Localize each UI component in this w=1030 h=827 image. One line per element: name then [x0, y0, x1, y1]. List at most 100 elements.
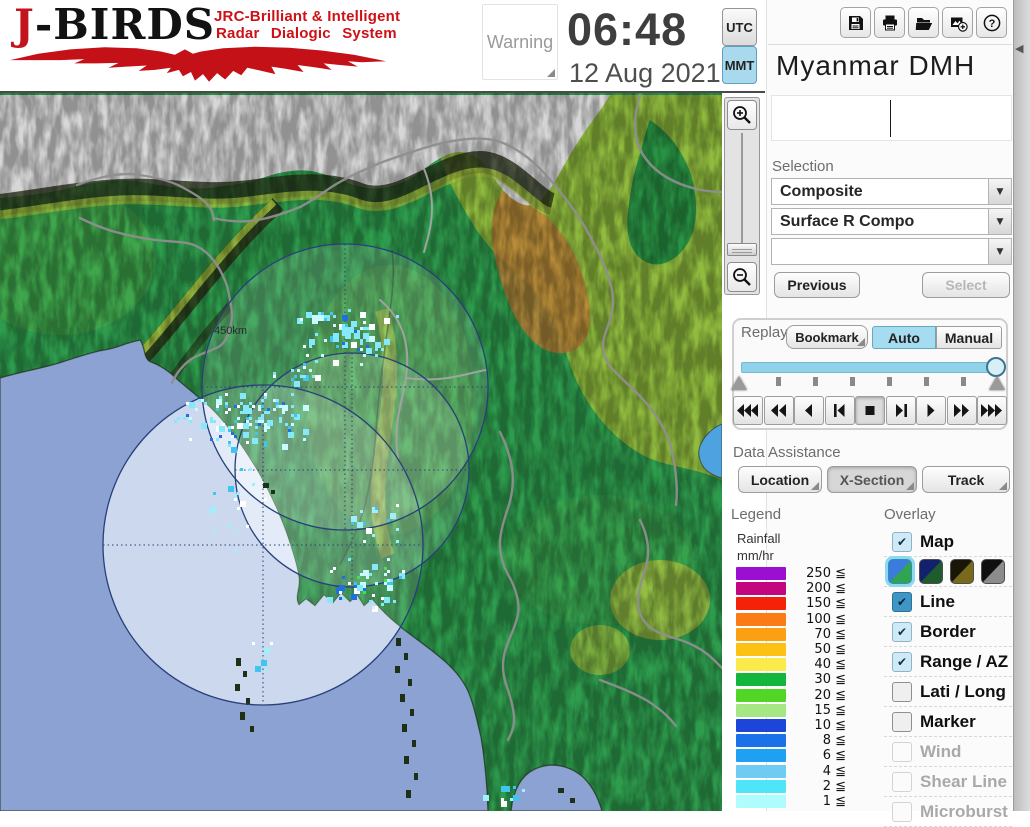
dropdown-arrow-button[interactable]: ▼: [988, 239, 1011, 264]
legend-color-swatch: [736, 780, 786, 793]
play-icon: [920, 404, 942, 417]
legend-value: 15 ≦: [786, 703, 846, 718]
overlay-item-label: Marker: [920, 712, 976, 732]
select-button[interactable]: Select: [922, 272, 1010, 298]
capture-add-button[interactable]: [942, 7, 973, 38]
overlay-row-shear-line: Shear Line: [884, 767, 1012, 797]
radar-map[interactable]: 450km: [0, 93, 722, 811]
data-assistance-label: Data Assistance: [733, 444, 841, 461]
overlay-label: Overlay: [884, 506, 936, 523]
help-button[interactable]: ?: [976, 7, 1007, 38]
legend-color-swatch: [736, 749, 786, 762]
collapse-panel-arrow-icon[interactable]: ◀: [1015, 42, 1023, 55]
checkbox-map[interactable]: ✔: [892, 532, 912, 552]
range-ring-label: 450km: [214, 325, 247, 337]
track-button[interactable]: Track: [922, 466, 1010, 493]
legend-value: 4 ≦: [786, 764, 846, 779]
timeline-track[interactable]: [741, 362, 997, 373]
overlay-item-label: Shear Line: [920, 772, 1007, 792]
dropdown-arrow-button[interactable]: ▼: [988, 179, 1011, 204]
checkbox-shear-line[interactable]: [892, 772, 912, 792]
checkbox-lati-long[interactable]: [892, 682, 912, 702]
legend-value: 10 ≦: [786, 718, 846, 733]
x-section-button[interactable]: X-Section: [827, 466, 917, 493]
checkbox-marker[interactable]: [892, 712, 912, 732]
legend-row: 2 ≦: [736, 779, 846, 794]
playback-fwd3-button[interactable]: [977, 396, 1007, 425]
zoom-out-button[interactable]: [727, 262, 757, 292]
chevron-down-icon: ▼: [997, 187, 1004, 197]
legend-value: 150 ≦: [786, 596, 846, 611]
legend-row: 6 ≦: [736, 748, 846, 763]
chevron-down-icon: ▼: [997, 217, 1004, 227]
map-style-swatch-2[interactable]: [919, 559, 943, 584]
overlay-item-label: Lati / Long: [920, 682, 1006, 702]
dropdown-arrow-button[interactable]: ▼: [988, 209, 1011, 234]
playback-back-button[interactable]: [794, 396, 824, 425]
legend-unit-line1: Rainfall: [737, 531, 780, 546]
timeline-tick: [924, 377, 929, 386]
timezone-mmt-button[interactable]: MMT: [722, 46, 757, 84]
open-folder-button[interactable]: [908, 7, 939, 38]
location-button[interactable]: Location: [738, 466, 822, 493]
timeline-tick: [961, 377, 966, 386]
legend-row: 250 ≦: [736, 566, 846, 581]
overlay-row-marker: Marker: [884, 707, 1012, 737]
playback-stop-button[interactable]: [855, 396, 885, 425]
checkbox-border[interactable]: ✔: [892, 622, 912, 642]
checkbox-line[interactable]: ✔: [892, 592, 912, 612]
zoom-in-icon: [731, 104, 753, 126]
selection-dropdown-3[interactable]: ▼: [771, 238, 1012, 265]
legend-color-swatch: [736, 567, 786, 580]
toolbar: ?: [840, 7, 1007, 38]
timeline-handle[interactable]: [986, 357, 1006, 377]
print-button[interactable]: [874, 7, 905, 38]
zoom-slider-handle[interactable]: [727, 243, 757, 256]
legend-color-swatch: [736, 613, 786, 626]
overlay-row-line: ✔ Line: [884, 587, 1012, 617]
selection-dropdown-1[interactable]: Composite▼: [771, 178, 1012, 205]
playback-fwd2-button[interactable]: [947, 396, 977, 425]
print-icon: [880, 13, 900, 33]
legend-row: 50 ≦: [736, 642, 846, 657]
overlay-row-border: ✔Border: [884, 617, 1012, 647]
legend-value: 70 ≦: [786, 627, 846, 642]
selection-dropdown-2[interactable]: Surface R Compo▼: [771, 208, 1012, 235]
checkbox-range-az[interactable]: ✔: [892, 652, 912, 672]
overlay-item-label: Line: [920, 592, 955, 612]
bookmark-button[interactable]: Bookmark: [786, 325, 868, 349]
map-style-swatch-3[interactable]: [950, 559, 974, 584]
checkbox-microburst[interactable]: [892, 802, 912, 822]
replay-auto-button[interactable]: Auto: [872, 326, 936, 349]
playback-play-button[interactable]: [916, 396, 946, 425]
save-button[interactable]: [840, 7, 871, 38]
map-style-swatch-1[interactable]: [888, 559, 912, 584]
timeline-tick: [850, 377, 855, 386]
checkbox-wind[interactable]: [892, 742, 912, 762]
save-icon: [846, 13, 866, 33]
playback-rew2-button[interactable]: [764, 396, 794, 425]
playback-stepfwd-button[interactable]: [886, 396, 916, 425]
legend-row: 8 ≦: [736, 733, 846, 748]
fwd3-icon: [981, 404, 1003, 417]
warning-button[interactable]: Warning: [482, 4, 558, 80]
zoom-in-button[interactable]: [727, 100, 757, 130]
stepfwd-icon: [890, 404, 912, 417]
map-style-swatch-4[interactable]: [981, 559, 1005, 584]
previous-button[interactable]: Previous: [774, 272, 860, 298]
legend-color-swatch: [736, 597, 786, 610]
selection-label: Selection: [772, 158, 834, 175]
playback-stepback-button[interactable]: [825, 396, 855, 425]
legend-color-swatch: [736, 628, 786, 641]
timeline-tick: [813, 377, 818, 386]
zoom-slider-track[interactable]: [741, 133, 743, 251]
stop-icon: [859, 404, 881, 417]
replay-manual-button[interactable]: Manual: [936, 326, 1002, 349]
playback-rew3-button[interactable]: [733, 396, 763, 425]
overlay-row-map: ✔Map: [884, 527, 1012, 557]
timezone-utc-button[interactable]: UTC: [722, 8, 757, 46]
panel-title: Myanmar DMH: [776, 50, 975, 82]
legend-color-swatch: [736, 643, 786, 656]
legend-value: 200 ≦: [786, 581, 846, 596]
legend-row: 150 ≦: [736, 596, 846, 611]
